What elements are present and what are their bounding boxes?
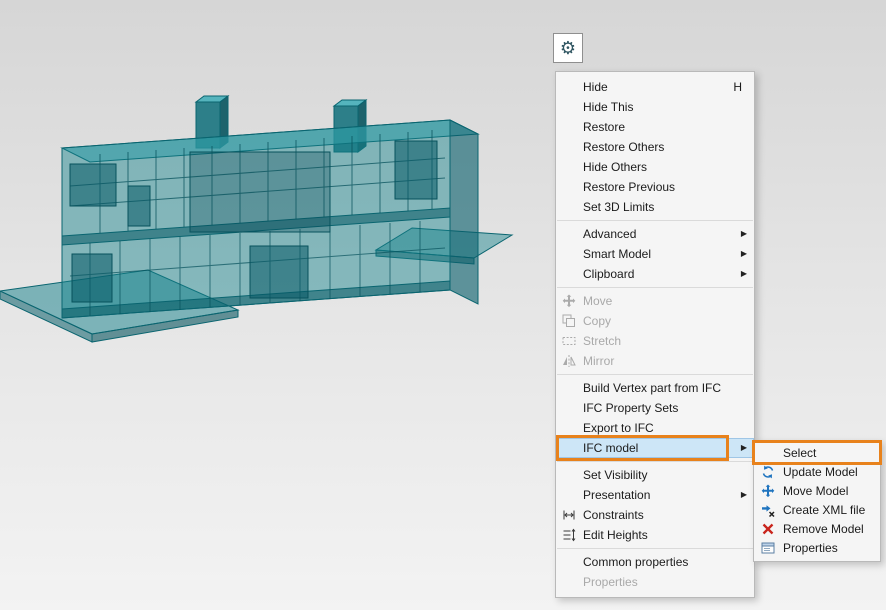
stretch-icon: [562, 334, 576, 348]
menu-item-label: Update Model: [783, 465, 858, 479]
context-toolbar-button[interactable]: ⚙: [553, 33, 583, 63]
menu-item-label: Create XML file: [783, 503, 865, 517]
ifc-model-submenu: Select Update Model Move Model Create XM…: [753, 440, 881, 562]
remove-model-icon: [761, 522, 775, 536]
menu-item-clipboard[interactable]: Clipboard ▶: [556, 264, 754, 284]
menu-item-advanced[interactable]: Advanced ▶: [556, 224, 754, 244]
menu-item-label: Remove Model: [783, 522, 864, 536]
menu-item-label: Properties: [583, 575, 638, 589]
menu-item-label: Restore Others: [583, 140, 664, 154]
menu-item-label: Set Visibility: [583, 468, 647, 482]
menu-item-label: Mirror: [583, 354, 614, 368]
menu-separator: [557, 548, 753, 549]
menu-item-constraints[interactable]: Constraints: [556, 505, 754, 525]
mirror-icon: [562, 354, 576, 368]
menu-item-restore-previous[interactable]: Restore Previous: [556, 177, 754, 197]
submenu-item-remove-model[interactable]: Remove Model: [754, 520, 880, 539]
menu-item-label: Select: [783, 446, 816, 460]
menu-item-label: IFC model: [583, 441, 638, 455]
menu-item-label: Smart Model: [583, 247, 651, 261]
menu-item-label: Move: [583, 294, 612, 308]
menu-separator: [557, 287, 753, 288]
menu-item-label: Properties: [783, 541, 838, 555]
menu-item-move: Move: [556, 291, 754, 311]
submenu-item-update-model[interactable]: Update Model: [754, 463, 880, 482]
edit-heights-icon: [562, 528, 576, 542]
menu-item-set-visibility[interactable]: Set Visibility: [556, 465, 754, 485]
menu-item-restore[interactable]: Restore: [556, 117, 754, 137]
menu-item-ifc-model[interactable]: IFC model ▶: [556, 438, 754, 458]
menu-item-label: Presentation: [583, 488, 650, 502]
context-menu: Hide H Hide This Restore Restore Others …: [555, 71, 755, 598]
menu-item-hide-others[interactable]: Hide Others: [556, 157, 754, 177]
cad-viewport: ⚙ Hide H Hide This Restore Restore Other…: [0, 0, 886, 610]
menu-item-set-3d-limits[interactable]: Set 3D Limits: [556, 197, 754, 217]
menu-item-label: Hide Others: [583, 160, 647, 174]
submenu-item-properties[interactable]: Properties: [754, 539, 880, 558]
menu-item-export-to-ifc[interactable]: Export to IFC: [556, 418, 754, 438]
gear-icon: ⚙: [560, 38, 576, 59]
properties-icon: [761, 541, 775, 555]
menu-item-label: Move Model: [783, 484, 848, 498]
menu-separator: [557, 374, 753, 375]
submenu-item-select[interactable]: Select: [754, 444, 880, 463]
menu-item-label: Stretch: [583, 334, 621, 348]
model-area: [0, 86, 518, 360]
menu-item-edit-heights[interactable]: Edit Heights: [556, 525, 754, 545]
submenu-item-move-model[interactable]: Move Model: [754, 482, 880, 501]
menu-item-presentation[interactable]: Presentation ▶: [556, 485, 754, 505]
submenu-arrow-icon: ▶: [741, 244, 747, 264]
move-model-icon: [761, 484, 775, 498]
menu-item-label: Constraints: [583, 508, 644, 522]
menu-item-label: Export to IFC: [583, 421, 654, 435]
menu-item-label: Copy: [583, 314, 611, 328]
create-xml-file-icon: [761, 503, 775, 517]
submenu-arrow-icon: ▶: [741, 224, 747, 244]
menu-item-label: Edit Heights: [583, 528, 648, 542]
menu-item-stretch: Stretch: [556, 331, 754, 351]
menu-item-label: Restore Previous: [583, 180, 675, 194]
move-icon: [562, 294, 576, 308]
menu-item-hide-this[interactable]: Hide This: [556, 97, 754, 117]
menu-item-common-properties[interactable]: Common properties: [556, 552, 754, 572]
shortcut-key: H: [733, 77, 742, 97]
menu-item-label: Restore: [583, 120, 625, 134]
submenu-arrow-icon: ▶: [741, 264, 747, 284]
submenu-item-create-xml-file[interactable]: Create XML file: [754, 501, 880, 520]
submenu-arrow-icon: ▶: [741, 438, 747, 458]
menu-item-copy: Copy: [556, 311, 754, 331]
copy-icon: [562, 314, 576, 328]
menu-item-label: Hide This: [583, 100, 633, 114]
menu-item-label: IFC Property Sets: [583, 401, 678, 415]
menu-item-label: Common properties: [583, 555, 688, 569]
menu-item-properties: Properties: [556, 572, 754, 592]
menu-item-smart-model[interactable]: Smart Model ▶: [556, 244, 754, 264]
menu-item-label: Clipboard: [583, 267, 634, 281]
menu-item-label: Advanced: [583, 227, 636, 241]
menu-item-ifc-property-sets[interactable]: IFC Property Sets: [556, 398, 754, 418]
menu-item-label: Set 3D Limits: [583, 200, 654, 214]
constraints-icon: [562, 508, 576, 522]
menu-item-hide[interactable]: Hide H: [556, 77, 754, 97]
3d-building-model[interactable]: [0, 86, 518, 360]
menu-separator: [557, 461, 753, 462]
menu-item-build-vertex-part-from-ifc[interactable]: Build Vertex part from IFC: [556, 378, 754, 398]
submenu-arrow-icon: ▶: [741, 485, 747, 505]
menu-separator: [557, 220, 753, 221]
menu-item-label: Build Vertex part from IFC: [583, 381, 721, 395]
menu-item-mirror: Mirror: [556, 351, 754, 371]
menu-item-restore-others[interactable]: Restore Others: [556, 137, 754, 157]
update-model-icon: [761, 465, 775, 479]
menu-item-label: Hide: [583, 80, 608, 94]
